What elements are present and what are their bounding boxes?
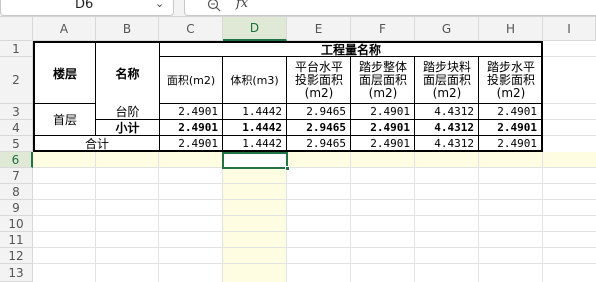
- formula-bar[interactable]: fx: [184, 0, 596, 16]
- header-platform-projection: 平台水平投影面积(m2): [294, 60, 343, 100]
- row-header-13[interactable]: 13: [0, 264, 33, 282]
- row4-name[interactable]: 小计: [96, 120, 159, 135]
- row5-volume[interactable]: 1.4442: [223, 136, 286, 150]
- row4-step-surface[interactable]: 2.4901: [351, 120, 414, 135]
- row4-step-projection[interactable]: 2.4901: [479, 120, 541, 135]
- header-quantity-names: 工程量名称: [320, 43, 381, 56]
- column-header-i[interactable]: I: [543, 17, 596, 41]
- row4-step-block[interactable]: 4.4312: [415, 120, 478, 135]
- row3-area[interactable]: 2.4901: [160, 104, 222, 119]
- chevron-down-icon[interactable]: ⌄: [155, 0, 164, 10]
- row5-total-label[interactable]: 合计: [35, 136, 159, 151]
- name-box-value: D6: [75, 0, 94, 12]
- row3-name[interactable]: 台阶: [96, 104, 159, 119]
- row-header-4[interactable]: 4: [0, 120, 33, 136]
- row-header-12[interactable]: 12: [0, 248, 33, 264]
- header-area: 面积(m2): [166, 73, 216, 87]
- row5-step-block[interactable]: 4.4312: [415, 136, 478, 150]
- row3-volume[interactable]: 1.4442: [223, 104, 286, 119]
- fx-icon[interactable]: fx: [236, 0, 248, 11]
- column-header-g[interactable]: G: [415, 17, 479, 41]
- row-header-1[interactable]: 1: [0, 41, 33, 57]
- column-header-c[interactable]: C: [159, 17, 223, 41]
- formula-toolbar: D6 ⌄ fx: [0, 0, 596, 17]
- row5-platform[interactable]: 2.9465: [287, 136, 350, 150]
- row-header-2[interactable]: 2: [0, 57, 33, 104]
- fill-handle[interactable]: [285, 166, 290, 171]
- row3-step-projection[interactable]: 2.4901: [479, 104, 541, 119]
- name-box[interactable]: D6 ⌄: [0, 0, 174, 16]
- row3-step-surface[interactable]: 2.4901: [351, 104, 414, 119]
- row3-step-block[interactable]: 4.4312: [415, 104, 478, 119]
- column-header-h[interactable]: H: [479, 17, 543, 41]
- row-header-7[interactable]: 7: [0, 168, 33, 184]
- row-header-6[interactable]: 6: [0, 152, 33, 168]
- row4-platform[interactable]: 2.9465: [287, 120, 350, 135]
- active-cell-d6[interactable]: [222, 152, 288, 169]
- header-floor: 楼层: [52, 66, 77, 81]
- selected-column-band: [223, 168, 287, 282]
- zoom-icon[interactable]: [207, 0, 221, 12]
- row3-platform[interactable]: 2.9465: [287, 104, 350, 119]
- row5-step-surface[interactable]: 2.4901: [351, 136, 414, 150]
- row4-area[interactable]: 2.4901: [160, 120, 222, 135]
- row-header-11[interactable]: 11: [0, 232, 33, 248]
- row5-step-projection[interactable]: 2.4901: [479, 136, 541, 150]
- row-header-8[interactable]: 8: [0, 184, 33, 200]
- header-step-surface: 踏步整体面层面积(m2): [358, 60, 407, 100]
- selected-row-band: [33, 152, 596, 168]
- column-header-b[interactable]: B: [96, 17, 159, 41]
- header-volume: 体积(m3): [230, 73, 279, 87]
- header-step-projection: 踏步水平投影面积(m2): [486, 60, 535, 100]
- row4-volume[interactable]: 1.4442: [223, 120, 286, 135]
- header-name: 名称: [115, 66, 140, 81]
- row5-area[interactable]: 2.4901: [160, 136, 222, 150]
- row-header-3[interactable]: 3: [0, 104, 33, 120]
- column-header-d[interactable]: D: [223, 17, 287, 41]
- column-header-e[interactable]: E: [287, 17, 351, 41]
- column-header-f[interactable]: F: [351, 17, 415, 41]
- floor-cell[interactable]: 首层: [35, 104, 95, 135]
- row-header-9[interactable]: 9: [0, 200, 33, 216]
- select-all-corner[interactable]: [0, 17, 33, 41]
- row-header-10[interactable]: 10: [0, 216, 33, 232]
- row-header-5[interactable]: 5: [0, 136, 33, 152]
- header-step-block: 踏步块料面层面积(m2): [422, 60, 471, 100]
- column-header-a[interactable]: A: [33, 17, 96, 41]
